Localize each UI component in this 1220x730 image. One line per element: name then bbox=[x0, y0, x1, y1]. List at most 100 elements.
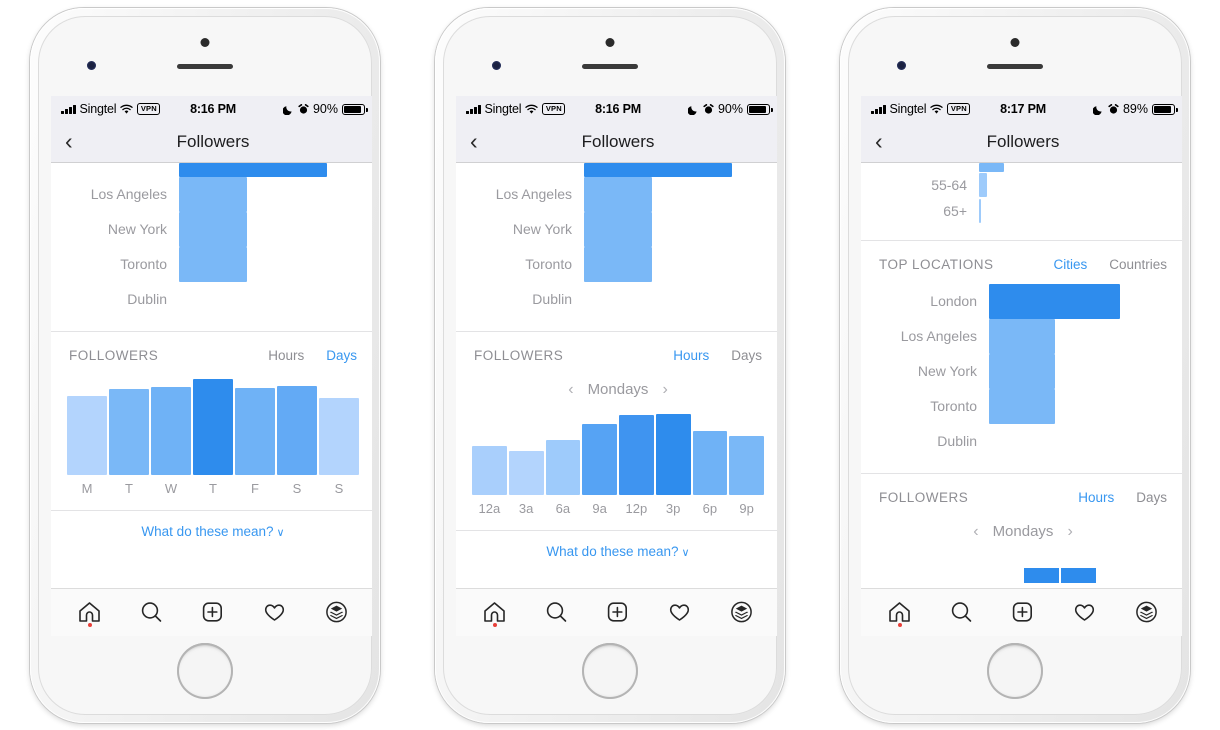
tab-profile[interactable] bbox=[312, 588, 360, 636]
back-button[interactable]: ‹ bbox=[65, 129, 73, 153]
location-label: Toronto bbox=[120, 256, 167, 272]
bar-f[interactable] bbox=[235, 388, 275, 475]
top-locations-header: TOP LOCATIONS Cities Countries bbox=[861, 241, 1182, 282]
bar-9a[interactable] bbox=[582, 424, 617, 495]
list-item[interactable]: London bbox=[51, 162, 372, 177]
tab-hours[interactable]: Hours bbox=[673, 348, 709, 363]
bar-9p[interactable] bbox=[729, 436, 764, 495]
bar-6p[interactable] bbox=[692, 431, 728, 495]
list-item[interactable]: 65+ bbox=[861, 198, 1182, 224]
location-bar bbox=[584, 211, 652, 247]
bar-12p[interactable] bbox=[619, 415, 654, 495]
x-label: 12a bbox=[478, 500, 501, 516]
alarm-icon bbox=[703, 103, 714, 114]
tab-hours[interactable]: Hours bbox=[268, 348, 304, 363]
earpiece-speaker bbox=[177, 63, 233, 69]
tab-search[interactable] bbox=[532, 588, 580, 636]
notification-dot bbox=[492, 623, 497, 627]
list-item[interactable]: 55-64 bbox=[861, 172, 1182, 198]
list-item[interactable]: Los Angeles bbox=[456, 176, 777, 212]
list-item[interactable]: Dublin bbox=[51, 282, 372, 317]
back-button[interactable]: ‹ bbox=[470, 129, 478, 153]
list-item[interactable]: New York bbox=[456, 211, 777, 247]
bar-6a[interactable] bbox=[545, 439, 581, 495]
tab-days[interactable]: Days bbox=[731, 348, 762, 363]
list-item[interactable]: Toronto bbox=[51, 246, 372, 282]
tab-home[interactable] bbox=[471, 588, 519, 636]
scroll-content[interactable]: 55-64 65+ TOP LOCATIONS Cities Countries… bbox=[861, 162, 1182, 636]
add-icon bbox=[203, 602, 223, 622]
tab-activity[interactable] bbox=[251, 588, 299, 636]
phone-2: Singtel VPN 8:16 PM 90% ‹ Followers Los … bbox=[435, 7, 785, 723]
tab-home[interactable] bbox=[876, 588, 924, 636]
chevron-left-icon[interactable]: ‹ bbox=[568, 381, 573, 399]
home-button[interactable] bbox=[582, 642, 638, 699]
profile-icon bbox=[325, 601, 347, 623]
what-do-these-mean-link[interactable]: What do these mean? ∨ bbox=[51, 509, 372, 553]
page-title: Followers bbox=[581, 132, 655, 151]
day-navigator: ‹ Mondays › bbox=[456, 373, 777, 407]
tab-add[interactable] bbox=[189, 588, 237, 636]
notification-dot bbox=[897, 623, 902, 627]
heart-icon bbox=[264, 604, 285, 621]
location-bar bbox=[179, 162, 327, 177]
tab-activity[interactable] bbox=[1061, 588, 1109, 636]
list-item[interactable]: London bbox=[456, 162, 777, 177]
table-row[interactable]: Toronto bbox=[861, 388, 1182, 424]
period-segmented-control: Hours Days bbox=[1078, 490, 1167, 505]
tab-cities[interactable]: Cities bbox=[1053, 257, 1087, 272]
home-button[interactable] bbox=[177, 642, 233, 699]
chevron-right-icon[interactable]: › bbox=[662, 381, 667, 399]
tab-days[interactable]: Days bbox=[326, 348, 357, 363]
tab-activity[interactable] bbox=[656, 588, 704, 636]
tab-search[interactable] bbox=[127, 588, 175, 636]
chevron-right-icon[interactable]: › bbox=[1067, 523, 1072, 541]
location-bar bbox=[584, 246, 652, 282]
bar-12p bbox=[1024, 567, 1059, 583]
table-row[interactable]: Los Angeles bbox=[861, 318, 1182, 354]
bar-m[interactable] bbox=[67, 395, 107, 475]
table-row[interactable]: Dublin bbox=[861, 424, 1182, 459]
scroll-content[interactable]: London Los Angeles New York bbox=[456, 162, 777, 636]
battery-icon bbox=[747, 103, 773, 115]
bars-container bbox=[470, 407, 766, 495]
bar-3a[interactable] bbox=[508, 450, 544, 495]
table-row[interactable]: London bbox=[861, 283, 1182, 319]
followers-card-header: FOLLOWERS Hours Days bbox=[51, 332, 372, 373]
list-item[interactable]: Dublin bbox=[456, 282, 777, 317]
back-button[interactable]: ‹ bbox=[875, 129, 883, 153]
followers-card: FOLLOWERS Hours Days ‹ Mondays › bbox=[456, 331, 777, 573]
phone-3: Singtel VPN 8:17 PM 89% ‹ Followers 55-6… bbox=[840, 7, 1190, 723]
list-item[interactable]: New York bbox=[51, 211, 372, 247]
list-item[interactable] bbox=[861, 162, 1182, 172]
tab-days[interactable]: Days bbox=[1136, 490, 1167, 505]
bar-t2[interactable] bbox=[193, 378, 233, 475]
tab-add[interactable] bbox=[999, 588, 1047, 636]
what-do-these-mean-link[interactable]: What do these mean? ∨ bbox=[456, 529, 777, 573]
chevron-left-icon[interactable]: ‹ bbox=[973, 523, 978, 541]
tab-hours[interactable]: Hours bbox=[1078, 490, 1114, 505]
locations-list: London Los Angeles New York bbox=[861, 282, 1182, 473]
tab-add[interactable] bbox=[594, 588, 642, 636]
x-label: 6a bbox=[555, 500, 571, 516]
x-label: T bbox=[125, 480, 133, 496]
tab-countries[interactable]: Countries bbox=[1109, 257, 1167, 272]
list-item[interactable]: Toronto bbox=[456, 246, 777, 282]
scroll-content[interactable]: London Los Angeles New York bbox=[51, 162, 372, 636]
bar-3p[interactable] bbox=[655, 413, 691, 495]
list-item[interactable]: Los Angeles bbox=[51, 176, 372, 212]
bar-t1[interactable] bbox=[109, 389, 149, 475]
tab-profile[interactable] bbox=[1122, 588, 1170, 636]
tab-search[interactable] bbox=[937, 588, 985, 636]
bar-s2[interactable] bbox=[319, 397, 359, 475]
bar-12a[interactable] bbox=[472, 446, 507, 495]
location-bar bbox=[179, 211, 247, 247]
bar-w[interactable] bbox=[151, 387, 191, 475]
tab-home[interactable] bbox=[66, 588, 114, 636]
location-label: Los Angeles bbox=[495, 186, 572, 202]
table-row[interactable]: New York bbox=[861, 353, 1182, 389]
phone-2-screen: Singtel VPN 8:16 PM 90% ‹ Followers Los … bbox=[456, 95, 777, 636]
home-button[interactable] bbox=[987, 642, 1043, 699]
tab-profile[interactable] bbox=[717, 588, 765, 636]
bar-s1[interactable] bbox=[277, 386, 317, 475]
